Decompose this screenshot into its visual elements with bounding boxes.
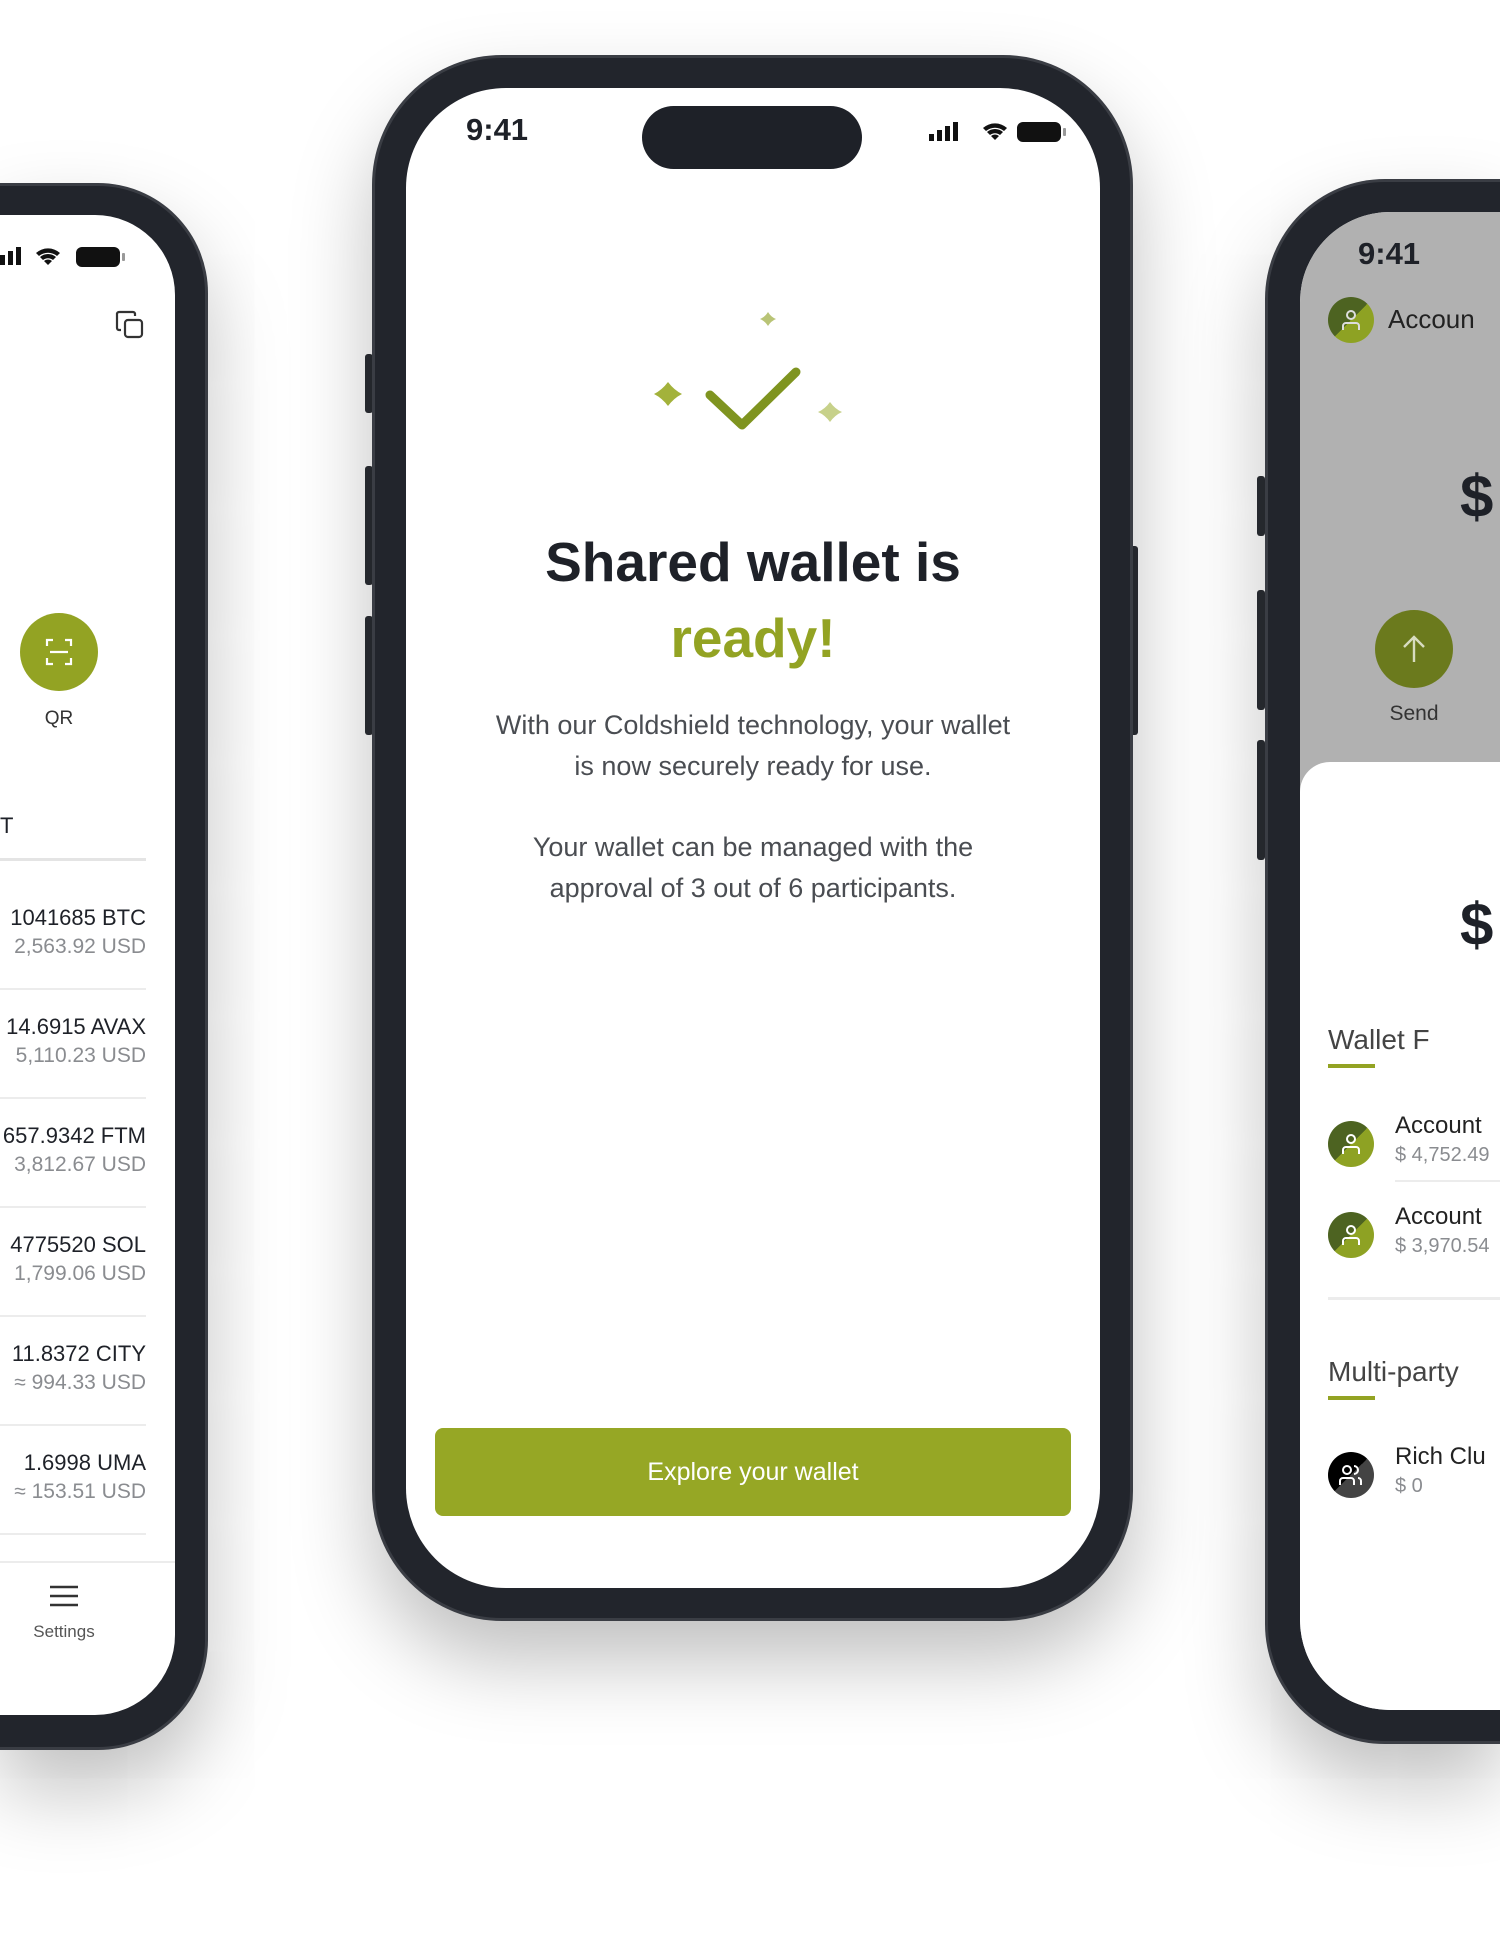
multiparty-balance: $ 0 xyxy=(1395,1475,1423,1497)
row-divider xyxy=(0,1533,146,1535)
account-row[interactable]: Account $ 4,752.49 xyxy=(1328,1112,1500,1187)
account-avatar xyxy=(1328,1212,1374,1258)
user-icon xyxy=(1342,1134,1360,1154)
success-check-icon xyxy=(650,310,850,445)
account-name: Account xyxy=(1395,1203,1482,1230)
title-line-1: Shared wallet is xyxy=(545,531,961,593)
asset-usd: 5,110.23 USD xyxy=(15,1044,146,1067)
description-2-line-1: Your wallet can be managed with the xyxy=(532,832,974,862)
account-balance: $ 3,970.54 xyxy=(1395,1235,1490,1257)
user-icon xyxy=(1342,1225,1360,1245)
volume-up-button xyxy=(1257,590,1265,710)
account-avatar[interactable] xyxy=(1328,297,1374,343)
asset-amount: 4775520 SOL xyxy=(10,1232,146,1257)
status-icons xyxy=(921,118,1071,148)
asset-amount: 1041685 BTC xyxy=(10,905,146,930)
left-phone-screen: QR T 1041685 BTC 2,563.92 USD 14.6915 AVA… xyxy=(0,215,175,1715)
center-phone-screen: 9:41 Shared wallet is ready! With our Co… xyxy=(406,88,1100,1588)
description-1-line-2: is now securely ready for use. xyxy=(574,751,932,781)
asset-amount: 11.8372 CITY xyxy=(11,1341,146,1366)
title-line-2: ready! xyxy=(670,607,836,669)
asset-usd: ≈ 153.51 USD xyxy=(14,1480,146,1503)
row-divider xyxy=(0,988,146,990)
asset-usd: ≈ 994.33 USD xyxy=(14,1371,146,1394)
dynamic-island xyxy=(642,106,862,169)
group-avatar xyxy=(1328,1452,1374,1498)
row-divider xyxy=(0,1424,146,1426)
qr-label: QR xyxy=(44,708,74,729)
asset-row[interactable]: 657.9342 FTM 3,812.67 USD xyxy=(0,1123,146,1223)
action-button xyxy=(1257,476,1265,536)
nav-settings[interactable]: Settings xyxy=(14,1583,114,1642)
account-avatar xyxy=(1328,1121,1374,1167)
sparkle-icon xyxy=(760,312,776,326)
copy-icon[interactable] xyxy=(114,309,146,346)
account-selector[interactable]: Accoun xyxy=(1388,304,1475,335)
users-icon xyxy=(1339,1465,1362,1485)
qr-scan-icon xyxy=(45,638,73,666)
explore-wallet-button-label: Explore your wallet xyxy=(647,1457,859,1486)
wallet-section-title: Wallet F xyxy=(1328,1024,1430,1055)
account-balance: $ 4,752.49 xyxy=(1395,1144,1490,1166)
sheet-balance: $ xyxy=(1460,891,1494,958)
bottom-nav-divider xyxy=(0,1561,175,1563)
description-1-line-1: With our Coldshield technology, your wal… xyxy=(495,710,1011,740)
status-time: 9:41 xyxy=(466,112,529,147)
description-2-line-2: approval of 3 out of 6 participants. xyxy=(549,873,957,903)
row-divider xyxy=(1395,1180,1500,1182)
wallet-sheet: $ Wallet F Account $ 4,752.49 Account $ … xyxy=(1300,762,1500,1710)
explore-wallet-button[interactable]: Explore your wallet xyxy=(435,1428,1071,1516)
multiparty-row[interactable]: Rich Clu $ 0 xyxy=(1328,1443,1500,1518)
multiparty-section-underline xyxy=(1328,1396,1375,1400)
user-icon xyxy=(1342,310,1360,330)
asset-usd: 1,799.06 USD xyxy=(14,1262,146,1285)
account-row[interactable]: Account $ 3,970.54 xyxy=(1328,1203,1500,1278)
asset-amount: 1.6998 UMA xyxy=(23,1450,146,1475)
section-tab-label[interactable]: T xyxy=(0,813,13,839)
asset-usd: 2,563.92 USD xyxy=(14,935,146,958)
asset-amount: 14.6915 AVAX xyxy=(6,1014,146,1039)
asset-row[interactable]: 1.6998 UMA ≈ 153.51 USD xyxy=(0,1450,146,1550)
nav-settings-label: Settings xyxy=(33,1622,95,1641)
status-time: 9:41 xyxy=(1358,236,1421,271)
asset-amount: 657.9342 FTM xyxy=(2,1123,146,1148)
asset-row[interactable]: 11.8372 CITY ≈ 994.33 USD xyxy=(0,1341,146,1441)
qr-button[interactable] xyxy=(20,613,98,691)
multiparty-section-title: Multi-party xyxy=(1328,1356,1459,1387)
section-divider xyxy=(0,858,146,861)
row-divider xyxy=(0,1206,146,1208)
asset-row[interactable]: 4775520 SOL 1,799.06 USD xyxy=(0,1232,146,1332)
multiparty-name: Rich Clu xyxy=(1395,1443,1486,1470)
balance-amount: $ xyxy=(1460,463,1494,530)
send-label: Send xyxy=(1389,702,1439,725)
section-divider xyxy=(1328,1297,1500,1300)
status-icons xyxy=(0,243,150,273)
volume-down-button xyxy=(1257,740,1265,860)
right-phone-screen: 9:41 Accoun $ Send $ Wallet F Account $ … xyxy=(1300,212,1500,1710)
wallet-section-underline xyxy=(1328,1064,1375,1068)
asset-row[interactable]: 14.6915 AVAX 5,110.23 USD xyxy=(0,1014,146,1114)
row-divider xyxy=(0,1097,146,1099)
send-button[interactable] xyxy=(1375,610,1453,688)
sparkle-icon xyxy=(654,382,682,406)
menu-icon xyxy=(50,1585,78,1607)
asset-usd: 3,812.67 USD xyxy=(14,1153,146,1176)
arrow-up-icon xyxy=(1403,635,1425,662)
row-divider xyxy=(0,1315,146,1317)
account-name: Account xyxy=(1395,1112,1482,1139)
asset-row[interactable]: 1041685 BTC 2,563.92 USD xyxy=(0,905,146,1005)
sparkle-icon xyxy=(818,402,842,422)
